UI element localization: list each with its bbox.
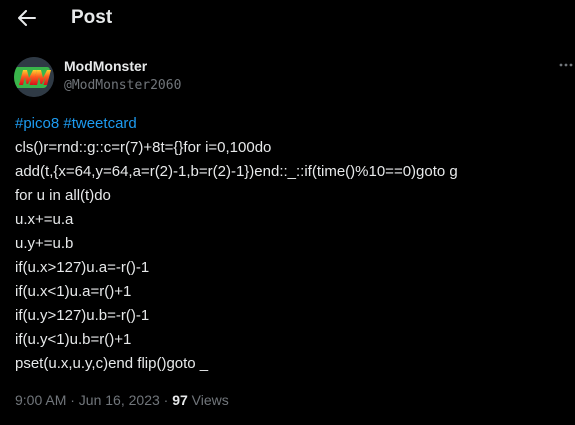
code-line: add(t,{x=64,y=64,a=r(2)-1,b=r(2)-1})end:… xyxy=(15,163,458,180)
code-line: cls()r=rnd::g::c=r(7)+8t={}for i=0,100do xyxy=(15,139,272,156)
avatar-logo-icon xyxy=(14,57,54,97)
hashtag-link-pico8[interactable]: #pico8 xyxy=(15,115,59,132)
avatar[interactable] xyxy=(14,57,54,97)
more-dots-icon xyxy=(559,63,573,67)
post-timestamp[interactable]: 9:00 AM · Jun 16, 2023 · xyxy=(15,392,172,408)
tweet-text: #pico8 #tweetcard cls()r=rnd::g::c=r(7)+… xyxy=(15,112,570,376)
arrow-left-icon xyxy=(18,10,36,26)
hashtag-link-tweetcard[interactable]: #tweetcard xyxy=(63,115,136,132)
hashtag-line: #pico8 #tweetcard xyxy=(15,112,570,136)
more-options-button[interactable] xyxy=(554,56,574,74)
post-meta: 9:00 AM · Jun 16, 2023 · 97 Views xyxy=(15,391,229,409)
code-line: u.y+=u.b xyxy=(15,235,74,252)
code-line: if(u.x>127)u.a=-r()-1 xyxy=(15,259,150,276)
back-button[interactable] xyxy=(12,4,42,32)
code-line: if(u.y>127)u.b=-r()-1 xyxy=(15,307,150,324)
code-line: if(u.x<1)u.a=r()+1 xyxy=(15,283,132,300)
code-line: if(u.y<1)u.b=r()+1 xyxy=(15,331,132,348)
top-bar: Post xyxy=(0,0,575,38)
code-line: for u in all(t)do xyxy=(15,187,111,204)
author-display-name[interactable]: ModMonster xyxy=(64,58,147,75)
code-line: pset(u.x,u.y,c)end flip()goto _ xyxy=(15,355,209,372)
code-line: u.x+=u.a xyxy=(15,211,74,228)
author-handle[interactable]: @ModMonster2060 xyxy=(64,77,181,94)
views-count: 97 xyxy=(172,392,188,408)
page-title: Post xyxy=(71,7,113,28)
views-label: Views xyxy=(187,392,229,408)
